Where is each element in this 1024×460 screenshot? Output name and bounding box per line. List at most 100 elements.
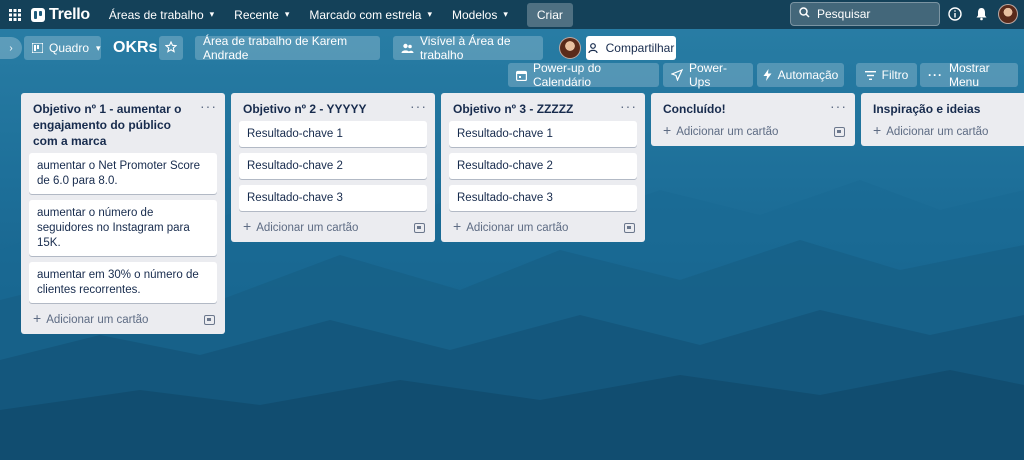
board-member-avatar[interactable] — [559, 37, 581, 59]
add-card-label: Adicionar um cartão — [886, 126, 989, 138]
list-header: Objetivo nº 2 - YYYYY ··· — [231, 99, 435, 121]
add-card-label: Adicionar um cartão — [256, 222, 359, 234]
powerups-button[interactable]: Power-Ups — [663, 61, 753, 89]
card[interactable]: Resultado-chave 2 — [449, 153, 637, 179]
list-header: Inspiração e ideias — [861, 99, 1024, 121]
list-title[interactable]: Objetivo nº 2 - YYYYY — [243, 101, 367, 117]
add-card-row: + Adicionar um cartão — [861, 121, 1024, 140]
create-from-template-icon[interactable] — [834, 126, 845, 137]
card[interactable]: Resultado-chave 3 — [239, 185, 427, 211]
card[interactable]: Resultado-chave 2 — [239, 153, 427, 179]
powerups-label: Power-Ups — [689, 61, 728, 89]
trello-logo[interactable]: Trello — [31, 6, 90, 24]
calendar-powerup-label: Power-up do Calendário — [533, 61, 602, 89]
list-objetivo-2: Objetivo nº 2 - YYYYY ··· Resultado-chav… — [231, 93, 435, 242]
apps-grid-icon[interactable] — [1, 0, 29, 29]
lightning-bolt-icon — [763, 69, 772, 81]
board-view-label: Quadro — [49, 41, 90, 55]
list-title[interactable]: Objetivo nº 1 - aumentar o engajamento d… — [33, 101, 198, 149]
add-card-row: + Adicionar um cartão — [441, 217, 645, 236]
list-header: Concluído! ··· — [651, 99, 855, 121]
nav-starred-menu[interactable]: Marcado com estrela ▾ — [302, 3, 439, 27]
list-objetivo-1: Objetivo nº 1 - aumentar o engajamento d… — [21, 93, 225, 334]
sidebar-expand-chevron-icon[interactable]: › — [0, 37, 22, 59]
plus-icon: + — [453, 218, 462, 234]
calendar-powerup-button[interactable]: Power-up do Calendário — [508, 61, 659, 89]
add-card-button[interactable]: + Adicionar um cartão — [453, 218, 568, 234]
list-actions-icon[interactable]: ··· — [410, 99, 427, 113]
trello-logo-text: Trello — [49, 5, 90, 23]
visibility-label: Visível à Área de trabalho — [420, 34, 511, 62]
chevron-down-icon: ▾ — [96, 42, 101, 53]
add-card-row: + Adicionar um cartão — [231, 217, 435, 236]
list-objetivo-3: Objetivo nº 3 - ZZZZZ ··· Resultado-chav… — [441, 93, 645, 242]
list-concluido: Concluído! ··· + Adicionar um cartão — [651, 93, 855, 146]
nav-templates-label: Modelos — [451, 7, 498, 22]
add-card-button[interactable]: + Adicionar um cartão — [33, 310, 149, 326]
plus-icon: + — [243, 218, 252, 234]
list-title[interactable]: Inspiração e ideias — [873, 101, 980, 117]
list-actions-icon[interactable]: ··· — [620, 99, 637, 113]
board-view-icon — [32, 43, 43, 53]
nav-starred-label: Marcado com estrela — [309, 7, 422, 22]
chevron-down-icon: ▾ — [209, 9, 215, 19]
create-from-template-icon[interactable] — [414, 222, 425, 233]
nav-workspaces-label: Áreas de trabalho — [108, 7, 204, 22]
add-card-button[interactable]: + Adicionar um cartão — [663, 123, 779, 138]
filter-icon — [864, 70, 876, 80]
card[interactable]: aumentar em 30% o número de clientes rec… — [29, 262, 217, 303]
rocket-icon — [671, 69, 683, 81]
create-button[interactable]: Criar — [526, 2, 573, 27]
info-icon[interactable] — [946, 5, 964, 23]
card[interactable]: aumentar o número de seguidores no Insta… — [29, 200, 217, 256]
workspace-button[interactable]: Área de trabalho de Karem Andrade — [195, 34, 380, 62]
automation-button[interactable]: Automação — [757, 63, 844, 87]
search-placeholder: Pesquisar — [817, 7, 871, 21]
create-from-template-icon[interactable] — [624, 222, 635, 233]
list-header: Objetivo nº 3 - ZZZZZ ··· — [441, 99, 645, 121]
notifications-bell-icon[interactable] — [972, 5, 990, 23]
add-card-label: Adicionar um cartão — [676, 126, 779, 138]
plus-icon: + — [873, 122, 882, 138]
star-board-button[interactable] — [159, 36, 183, 60]
card[interactable]: Resultado-chave 1 — [239, 121, 427, 147]
list-title[interactable]: Concluído! — [663, 101, 726, 117]
team-visibility-icon — [401, 43, 414, 54]
show-menu-button[interactable]: ··· Mostrar Menu — [920, 61, 1018, 89]
trello-logo-icon — [31, 7, 45, 22]
share-button[interactable]: Compartilhar — [586, 36, 676, 60]
visibility-button[interactable]: Visível à Área de trabalho — [393, 34, 543, 62]
more-horizontal-icon: ··· — [928, 68, 943, 82]
board-header: › Quadro ▾ OKRs Área de trabalho de Kare… — [0, 29, 1024, 91]
card[interactable]: aumentar o Net Promoter Score de 6.0 par… — [29, 153, 217, 194]
nav-recent-label: Recente — [234, 7, 279, 22]
nav-workspaces-menu[interactable]: Áreas de trabalho ▾ — [102, 3, 221, 27]
star-icon — [164, 40, 178, 56]
add-card-button[interactable]: + Adicionar um cartão — [873, 122, 989, 138]
user-avatar[interactable] — [998, 4, 1018, 24]
create-from-template-icon[interactable] — [204, 314, 215, 325]
nav-recent-menu[interactable]: Recente ▾ — [227, 3, 296, 27]
add-person-icon — [588, 42, 600, 54]
add-card-row: + Adicionar um cartão — [21, 309, 225, 328]
automation-label: Automação — [777, 68, 839, 82]
board-view-switcher[interactable]: Quadro ▾ — [24, 36, 101, 60]
search-icon — [799, 7, 810, 21]
nav-templates-menu[interactable]: Modelos ▾ — [445, 3, 515, 27]
board-title[interactable]: OKRs — [113, 39, 157, 57]
calendar-icon — [516, 70, 527, 81]
plus-icon: + — [33, 310, 42, 326]
card[interactable]: Resultado-chave 1 — [449, 121, 637, 147]
filter-button[interactable]: Filtro — [856, 63, 917, 87]
list-title[interactable]: Objetivo nº 3 - ZZZZZ — [453, 101, 573, 117]
add-card-label: Adicionar um cartão — [46, 314, 149, 326]
filter-label: Filtro — [881, 68, 909, 82]
list-actions-icon[interactable]: ··· — [200, 99, 217, 113]
search-input[interactable]: Pesquisar — [790, 2, 940, 26]
add-card-row: + Adicionar um cartão — [651, 121, 855, 140]
show-menu-label: Mostrar Menu — [949, 61, 990, 89]
list-actions-icon[interactable]: ··· — [830, 99, 847, 113]
card[interactable]: Resultado-chave 3 — [449, 185, 637, 211]
add-card-button[interactable]: + Adicionar um cartão — [243, 218, 359, 234]
top-navigation: Trello Áreas de trabalho ▾ Recente ▾ Marca… — [0, 0, 1024, 29]
